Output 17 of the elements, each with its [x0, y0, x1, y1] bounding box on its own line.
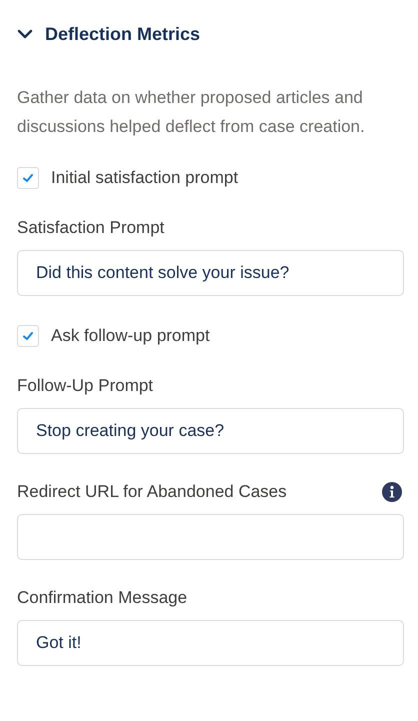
field-label: Satisfaction Prompt	[17, 218, 164, 238]
text-field[interactable]	[17, 514, 404, 560]
field-label: Redirect URL for Abandoned Cases	[17, 482, 287, 502]
checkbox-label: Initial satisfaction prompt	[51, 168, 238, 188]
text-field[interactable]: Got it!	[17, 620, 404, 666]
field-label: Confirmation Message	[17, 588, 188, 608]
checkbox[interactable]	[17, 167, 39, 189]
text-field[interactable]: Stop creating your case?	[17, 408, 404, 454]
section-title: Deflection Metrics	[45, 24, 200, 44]
checkbox-label: Ask follow-up prompt	[51, 326, 210, 346]
field-label: Follow-Up Prompt	[17, 376, 154, 396]
info-icon[interactable]	[382, 482, 402, 502]
checkbox[interactable]	[17, 325, 39, 347]
checkmark-icon	[22, 330, 34, 342]
text-field[interactable]: Did this content solve your issue?	[17, 250, 404, 296]
checkmark-icon	[22, 172, 34, 184]
description: Gather data on whether proposed articles and discussions helped deflect from case creation.	[17, 87, 366, 138]
